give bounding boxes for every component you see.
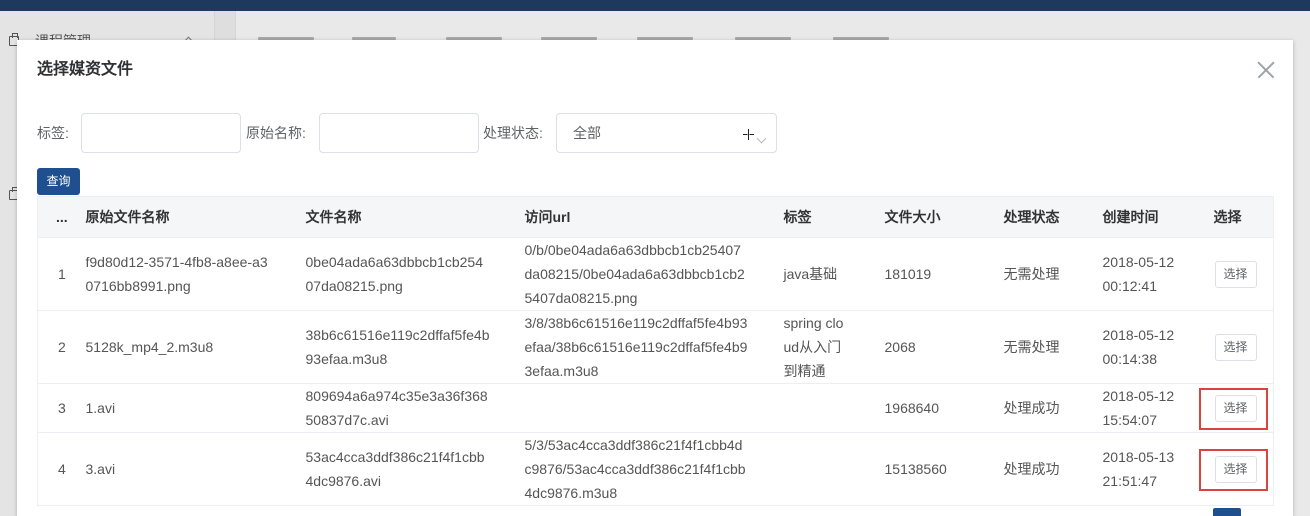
cell-index: 3 [37, 383, 76, 433]
select-button[interactable]: 选择 [1214, 394, 1257, 422]
select-media-dialog: 选择媒资文件 标签: 原始名称: 处理状态: 全部 查询 ... 原始文件名称 文件… [17, 40, 1293, 516]
original-name-filter-input[interactable] [319, 113, 479, 153]
cell-select: 选择 [1198, 432, 1274, 506]
column-header-file-name: 文件名称 [295, 196, 515, 238]
cell-status: 处理成功 [993, 432, 1093, 506]
cell-index: 2 [37, 310, 76, 384]
select-button[interactable]: 选择 [1214, 455, 1257, 483]
select-button-wrapper: 选择 [1214, 260, 1257, 288]
column-header-created-at: 创建时间 [1092, 196, 1204, 238]
pagination-current-page[interactable] [1213, 508, 1241, 516]
column-header-select: 选择 [1203, 196, 1274, 238]
status-filter-selected-value: 全部 [573, 125, 601, 141]
status-filter-label: 处理状态: [483, 125, 543, 141]
cell-status: 无需处理 [993, 237, 1093, 311]
cell-original-name: 1.avi [75, 383, 296, 433]
cell-original-name: 5128k_mp4_2.m3u8 [75, 310, 296, 384]
cell-url: 3/8/38b6c61516e119c2dffaf5fe4b93 efaa/38… [514, 310, 774, 384]
cell-select: 选择 [1198, 383, 1274, 433]
cell-tag: java基础 [773, 237, 875, 311]
column-header-original-name: 原始文件名称 [75, 196, 296, 238]
cell-index: 4 [37, 432, 76, 506]
status-filter-select[interactable]: 全部 [556, 113, 777, 153]
cell-file-name: 809694a6a974c35e3a36f368 50837d7c.avi [295, 383, 515, 433]
cell-status: 处理成功 [993, 383, 1093, 433]
cell-created-at: 2018-05-12 00:14:38 [1092, 310, 1204, 384]
cell-original-name: f9d80d12-3571-4fb8-a8ee-a3 0716bb8991.pn… [75, 237, 296, 311]
media-file-table: ... 原始文件名称 文件名称 访问url 标签 文件大小 处理状态 创建时间 选择 1 f9d8… [37, 196, 1274, 506]
cell-url: 0/b/0be04ada6a63dbbcb1cb25407 da08215/0b… [514, 237, 774, 311]
cell-file-size: 2068 [874, 310, 994, 384]
table-row: 4 3.avi 53ac4cca3ddf386c21f4f1cbb 4dc9876.… [37, 432, 1274, 506]
table-row: 3 1.avi 809694a6a974c35e3a36f368 50837d7c.… [37, 383, 1274, 433]
cell-url [514, 383, 774, 433]
select-button[interactable]: 选择 [1214, 333, 1257, 361]
dialog-title: 选择媒资文件 [37, 61, 134, 78]
cell-file-size: 1968640 [874, 383, 994, 433]
cell-file-name: 38b6c61516e119c2dffaf5fe4b 93efaa.m3u8 [295, 310, 515, 384]
table-row: 2 5128k_mp4_2.m3u8 38b6c61516e119c2dffaf5f… [37, 310, 1274, 384]
cell-created-at: 2018-05-13 21:51:47 [1092, 432, 1204, 506]
cell-original-name: 3.avi [75, 432, 296, 506]
column-header-tag: 标签 [773, 196, 875, 238]
cell-index: 1 [37, 237, 76, 311]
query-button[interactable]: 查询 [37, 168, 80, 195]
table-row: 1 f9d80d12-3571-4fb8-a8ee-a3 0716bb8991.p… [37, 237, 1274, 311]
cell-created-at: 2018-05-12 15:54:07 [1092, 383, 1204, 433]
select-button-wrapper: 选择 [1198, 448, 1268, 491]
close-icon[interactable] [1257, 61, 1275, 79]
cell-file-size: 181019 [874, 237, 994, 311]
cell-tag [773, 383, 875, 433]
cell-file-size: 15138560 [874, 432, 994, 506]
cell-tag [773, 432, 875, 506]
select-button-wrapper: 选择 [1214, 333, 1257, 361]
select-button-wrapper: 选择 [1198, 387, 1268, 430]
cell-select: 选择 [1203, 237, 1274, 311]
cell-file-name: 0be04ada6a63dbbcb1cb254 07da08215.png [295, 237, 515, 311]
table-body: 1 f9d80d12-3571-4fb8-a8ee-a3 0716bb8991.p… [37, 237, 1274, 506]
cell-tag: spring clo ud从入门 到精通 [773, 310, 875, 384]
cell-url: 5/3/53ac4cca3ddf386c21f4f1cbb4d c9876/53… [514, 432, 774, 506]
select-button[interactable]: 选择 [1214, 260, 1257, 288]
top-header-bar [0, 0, 1310, 11]
chevron-down-icon [756, 133, 767, 144]
column-header-url: 访问url [514, 196, 774, 238]
original-name-filter-label: 原始名称: [246, 125, 306, 141]
cell-status: 无需处理 [993, 310, 1093, 384]
column-header-file-size: 文件大小 [874, 196, 994, 238]
cell-select: 选择 [1203, 310, 1274, 384]
cell-created-at: 2018-05-12 00:12:41 [1092, 237, 1204, 311]
cell-file-name: 53ac4cca3ddf386c21f4f1cbb 4dc9876.avi [295, 432, 515, 506]
tag-filter-input[interactable] [81, 113, 241, 153]
tag-filter-label: 标签: [37, 125, 69, 141]
column-header-index: ... [37, 196, 76, 238]
column-header-status: 处理状态 [993, 196, 1093, 238]
table-header-row: ... 原始文件名称 文件名称 访问url 标签 文件大小 处理状态 创建时间 选择 [37, 196, 1274, 238]
